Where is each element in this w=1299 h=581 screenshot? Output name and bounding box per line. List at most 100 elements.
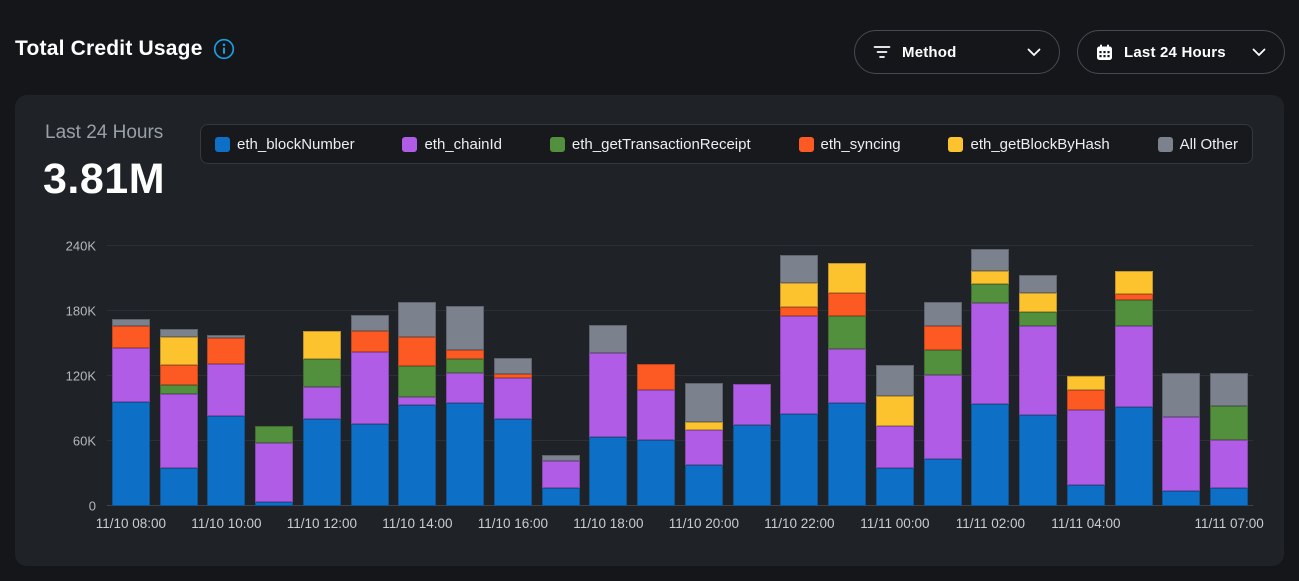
bar-segment-eth_blockNumber[interactable] [351, 424, 389, 506]
bar-segment-eth_syncing[interactable] [160, 365, 198, 385]
bar-segment-eth_syncing[interactable] [637, 364, 675, 390]
bar-11-11-01-00[interactable] [924, 302, 962, 506]
bar-11-10-13-00[interactable] [351, 315, 389, 506]
bar-segment-All Other[interactable] [685, 383, 723, 422]
bar-11-10-23-00[interactable] [828, 263, 866, 506]
bar-segment-eth_chainId[interactable] [255, 443, 293, 502]
bar-11-11-00-00[interactable] [876, 365, 914, 506]
bar-segment-All Other[interactable] [446, 306, 484, 350]
bar-segment-eth_blockNumber[interactable] [924, 459, 962, 506]
bar-segment-eth_getBlockByHash[interactable] [876, 396, 914, 426]
bar-segment-eth_blockNumber[interactable] [1019, 415, 1057, 506]
bar-11-10-15-00[interactable] [446, 306, 484, 506]
bar-11-10-22-00[interactable] [780, 255, 818, 506]
bar-segment-eth_blockNumber[interactable] [637, 440, 675, 506]
bar-segment-All Other[interactable] [398, 302, 436, 337]
info-icon[interactable] [213, 38, 235, 60]
bar-segment-eth_syncing[interactable] [446, 350, 484, 359]
bar-segment-eth_blockNumber[interactable] [971, 404, 1009, 506]
bar-segment-eth_blockNumber[interactable] [685, 465, 723, 506]
bar-segment-eth_syncing[interactable] [112, 326, 150, 348]
bar-segment-eth_syncing[interactable] [207, 338, 245, 364]
bar-segment-eth_blockNumber[interactable] [1115, 407, 1153, 506]
bar-segment-eth_blockNumber[interactable] [1210, 488, 1248, 506]
legend-item-eth_syncing[interactable]: eth_syncing [799, 136, 901, 153]
bar-11-11-07-00[interactable] [1210, 373, 1248, 506]
bar-segment-eth_chainId[interactable] [351, 352, 389, 424]
bar-segment-eth_blockNumber[interactable] [828, 403, 866, 506]
bar-segment-eth_chainId[interactable] [1067, 410, 1105, 486]
bar-segment-eth_getTransactionReceipt[interactable] [303, 359, 341, 387]
bar-segment-eth_getBlockByHash[interactable] [780, 283, 818, 307]
bar-segment-eth_getTransactionReceipt[interactable] [924, 350, 962, 375]
bar-segment-eth_chainId[interactable] [1019, 326, 1057, 415]
bar-segment-All Other[interactable] [1210, 373, 1248, 407]
bar-11-10-18-00[interactable] [589, 325, 627, 506]
legend-item-eth_blockNumber[interactable]: eth_blockNumber [215, 136, 355, 153]
bar-11-10-16-00[interactable] [494, 358, 532, 506]
bar-segment-eth_chainId[interactable] [685, 430, 723, 465]
bar-segment-eth_chainId[interactable] [303, 387, 341, 420]
bar-segment-eth_blockNumber[interactable] [1067, 485, 1105, 506]
bar-segment-eth_getBlockByHash[interactable] [1019, 293, 1057, 313]
bar-segment-eth_getTransactionReceipt[interactable] [1210, 406, 1248, 440]
bar-11-10-12-00[interactable] [303, 331, 341, 506]
bar-11-11-02-00[interactable] [971, 249, 1009, 506]
bar-segment-eth_getTransactionReceipt[interactable] [255, 426, 293, 443]
bar-segment-eth_chainId[interactable] [207, 364, 245, 416]
bar-segment-All Other[interactable] [112, 319, 150, 327]
legend-item-eth_getBlockByHash[interactable]: eth_getBlockByHash [948, 136, 1109, 153]
bar-segment-eth_getTransactionReceipt[interactable] [1019, 312, 1057, 326]
bar-segment-eth_chainId[interactable] [733, 384, 771, 425]
bar-segment-eth_getTransactionReceipt[interactable] [1115, 300, 1153, 326]
bar-segment-eth_blockNumber[interactable] [494, 419, 532, 506]
legend-item-All Other[interactable]: All Other [1158, 136, 1238, 153]
bar-segment-eth_syncing[interactable] [1067, 390, 1105, 410]
bar-segment-eth_chainId[interactable] [494, 378, 532, 419]
bar-segment-All Other[interactable] [494, 358, 532, 374]
bar-segment-eth_blockNumber[interactable] [446, 403, 484, 506]
bar-segment-eth_chainId[interactable] [1162, 417, 1200, 491]
bar-segment-All Other[interactable] [780, 255, 818, 283]
bar-11-10-09-00[interactable] [160, 329, 198, 506]
bar-segment-eth_chainId[interactable] [398, 397, 436, 406]
bar-segment-All Other[interactable] [924, 302, 962, 326]
bar-segment-eth_chainId[interactable] [589, 353, 627, 436]
time-range-button[interactable]: Last 24 Hours [1077, 30, 1285, 74]
bar-segment-eth_syncing[interactable] [780, 307, 818, 317]
bar-segment-eth_syncing[interactable] [351, 331, 389, 353]
legend-item-eth_getTransactionReceipt[interactable]: eth_getTransactionReceipt [550, 136, 751, 153]
bar-11-11-06-00[interactable] [1162, 373, 1200, 506]
legend-item-eth_chainId[interactable]: eth_chainId [402, 136, 502, 153]
bar-11-10-17-00[interactable] [542, 455, 580, 506]
bar-segment-All Other[interactable] [1162, 373, 1200, 417]
bar-segment-eth_getBlockByHash[interactable] [1115, 271, 1153, 294]
bar-11-10-10-00[interactable] [207, 335, 245, 506]
bar-segment-eth_chainId[interactable] [1210, 440, 1248, 488]
bar-segment-eth_blockNumber[interactable] [542, 488, 580, 506]
bar-11-10-08-00[interactable] [112, 319, 150, 506]
bar-segment-eth_chainId[interactable] [160, 394, 198, 468]
bar-segment-eth_blockNumber[interactable] [589, 437, 627, 506]
bar-segment-eth_getBlockByHash[interactable] [160, 337, 198, 365]
bar-segment-eth_getBlockByHash[interactable] [303, 331, 341, 359]
bar-11-11-03-00[interactable] [1019, 275, 1057, 506]
bar-segment-All Other[interactable] [876, 365, 914, 395]
bar-segment-eth_blockNumber[interactable] [876, 468, 914, 506]
bar-11-10-19-00[interactable] [637, 364, 675, 506]
bar-segment-eth_blockNumber[interactable] [112, 402, 150, 506]
bar-segment-eth_getBlockByHash[interactable] [1067, 376, 1105, 390]
bar-segment-eth_blockNumber[interactable] [398, 405, 436, 506]
bar-segment-All Other[interactable] [160, 329, 198, 337]
bar-segment-eth_getBlockByHash[interactable] [685, 422, 723, 431]
bar-11-10-14-00[interactable] [398, 302, 436, 506]
bar-segment-eth_blockNumber[interactable] [160, 468, 198, 506]
bar-segment-eth_blockNumber[interactable] [733, 425, 771, 506]
bar-segment-eth_chainId[interactable] [780, 316, 818, 414]
bar-segment-eth_chainId[interactable] [876, 426, 914, 468]
bar-segment-eth_syncing[interactable] [398, 337, 436, 366]
bar-segment-eth_blockNumber[interactable] [255, 502, 293, 506]
bar-segment-eth_chainId[interactable] [542, 461, 580, 488]
bar-segment-eth_blockNumber[interactable] [780, 414, 818, 506]
bar-11-11-04-00[interactable] [1067, 376, 1105, 506]
